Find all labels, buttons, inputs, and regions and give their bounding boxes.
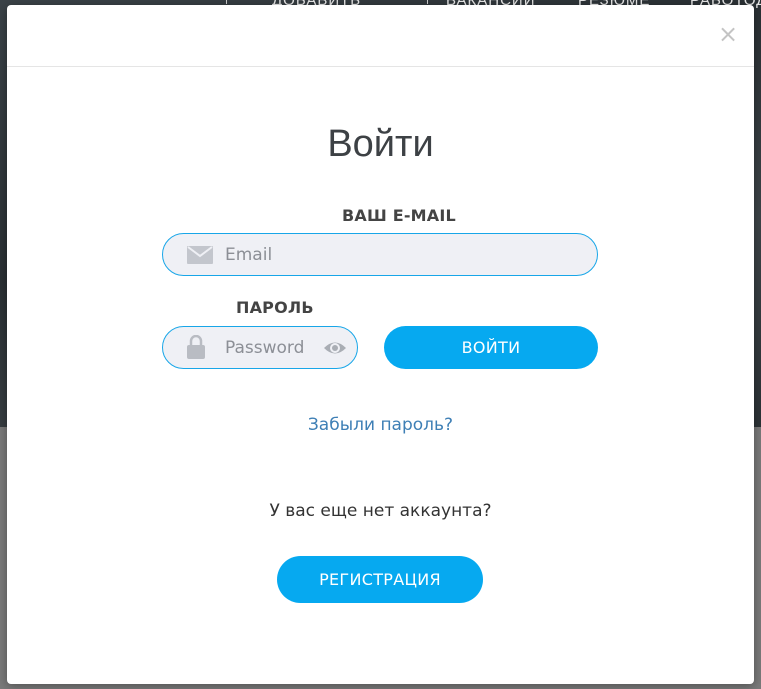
email-field-wrapper[interactable]: [162, 233, 598, 276]
email-label: ВАШ E-MAIL: [342, 206, 456, 225]
modal-title: Войти: [327, 123, 434, 165]
password-field[interactable]: [225, 327, 321, 368]
register-button[interactable]: РЕГИСТРАЦИЯ: [277, 556, 483, 603]
password-label: ПАРОЛЬ: [236, 298, 314, 317]
nav-separator: [427, 0, 428, 4]
email-field[interactable]: [225, 234, 585, 275]
no-account-text: У вас еще нет аккаунта?: [269, 501, 492, 521]
login-button[interactable]: ВОЙТИ: [384, 326, 598, 369]
modal-header: ×: [7, 5, 754, 67]
lock-icon: [187, 335, 205, 359]
mail-icon: [187, 246, 213, 264]
password-field-wrapper[interactable]: [162, 326, 358, 369]
forgot-password-link[interactable]: Забыли пароль?: [7, 415, 754, 435]
login-modal: × Войти ВАШ E-MAIL ПАРОЛЬ ВОЙТИ Забыли п…: [7, 5, 754, 684]
eye-icon[interactable]: [323, 338, 347, 358]
close-icon[interactable]: ×: [718, 22, 738, 46]
nav-separator: [226, 0, 227, 4]
